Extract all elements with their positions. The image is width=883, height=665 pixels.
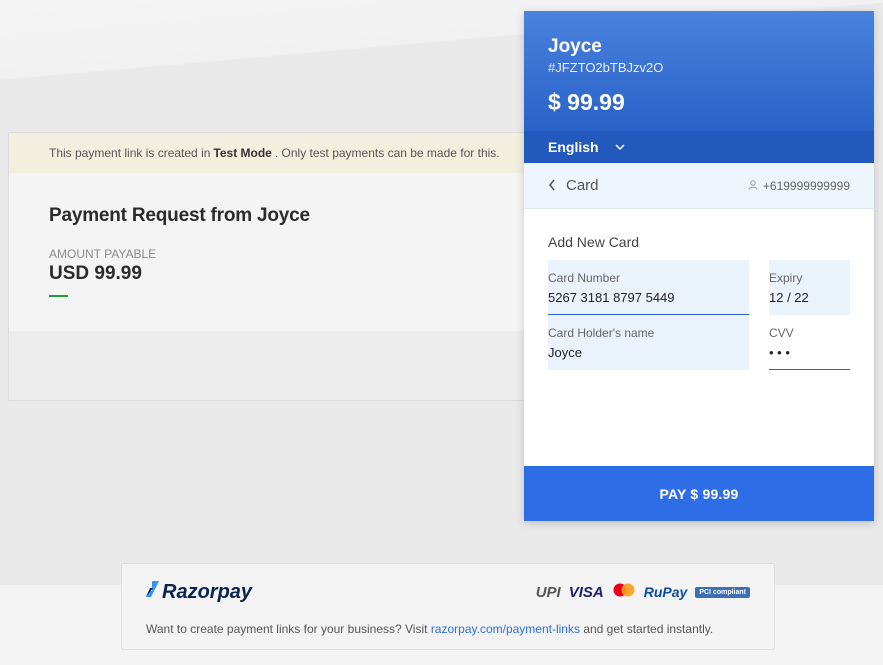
cvv-field[interactable]: CVV • • • — [769, 315, 850, 370]
footer-text-after: and get started instantly. — [583, 622, 714, 636]
footer-text-before: Want to create payment links for your bu… — [146, 622, 428, 636]
payment-request-card: This payment link is created in Test Mod… — [8, 132, 538, 401]
checkout-header: Joyce #JFZTO2bTBJzv2O $ 99.99 — [524, 11, 874, 131]
cvv-value: • • • — [769, 345, 790, 360]
rupay-badge: RuPay — [643, 584, 688, 600]
expiry-label: Expiry — [769, 271, 803, 285]
order-id: #JFZTO2bTBJzv2O — [548, 60, 664, 75]
contact-info: +619999999999 — [748, 179, 850, 193]
request-title: Payment Request from Joyce — [49, 205, 310, 226]
checkout-modal: Joyce #JFZTO2bTBJzv2O $ 99.99 English Ca… — [524, 11, 874, 521]
user-icon — [748, 179, 758, 193]
expiry-value: 12 / 22 — [769, 290, 809, 305]
card-number-label: Card Number — [548, 271, 621, 285]
checkout-amount: $ 99.99 — [548, 89, 625, 115]
language-selector[interactable]: English — [524, 131, 874, 163]
pay-button[interactable]: PAY $ 99.99 — [524, 466, 874, 521]
chevron-down-icon — [615, 143, 625, 154]
pci-badge: PCI compliant — [695, 586, 750, 598]
payment-badges: UPI VISA RuPay PCI compliant — [536, 583, 750, 602]
card-holder-value: Joyce — [548, 345, 582, 360]
expiry-field[interactable]: Expiry 12 / 22 — [769, 260, 850, 315]
language-label: English — [548, 139, 599, 155]
amount-payable-label: AMOUNT PAYABLE — [49, 247, 157, 261]
card-holder-label: Card Holder's name — [548, 326, 655, 340]
add-new-card-label: Add New Card — [548, 234, 640, 250]
footer-text: Want to create payment links for your bu… — [146, 622, 750, 636]
merchant-name: Joyce — [548, 36, 602, 57]
brand-name: Razorpay — [162, 580, 253, 603]
razorpay-icon — [146, 580, 160, 604]
card-form: Add New Card Card Number 5267 3181 8797 … — [524, 209, 874, 370]
request-body: Payment Request from Joyce AMOUNT PAYABL… — [9, 173, 537, 331]
chevron-left-icon[interactable] — [548, 178, 556, 194]
amount-underline — [49, 295, 68, 297]
method-bar: Card +619999999999 — [524, 163, 874, 209]
card-number-field[interactable]: Card Number 5267 3181 8797 5449 — [548, 260, 749, 315]
mastercard-icon — [612, 583, 636, 602]
method-title: Card — [566, 177, 599, 194]
amount-payable-value: USD 99.99 — [49, 263, 142, 284]
test-mode-banner: This payment link is created in Test Mod… — [9, 133, 537, 173]
card-holder-field[interactable]: Card Holder's name Joyce — [548, 315, 749, 370]
banner-text-before: This payment link is created in — [49, 146, 211, 160]
banner-mode: Test Mode — [213, 146, 272, 160]
payment-links-link[interactable]: razorpay.com/payment-links — [431, 622, 580, 636]
upi-badge: UPI — [535, 583, 561, 601]
visa-badge: VISA — [568, 583, 604, 601]
contact-phone: +619999999999 — [762, 178, 850, 193]
card-number-value: 5267 3181 8797 5449 — [548, 290, 675, 305]
footer-card: Razorpay UPI VISA RuPay PCI compliant Wa… — [121, 563, 775, 650]
banner-text-after: . Only test payments can be made for thi… — [274, 146, 500, 160]
razorpay-logo: Razorpay — [146, 580, 252, 604]
cvv-label: CVV — [769, 326, 794, 340]
